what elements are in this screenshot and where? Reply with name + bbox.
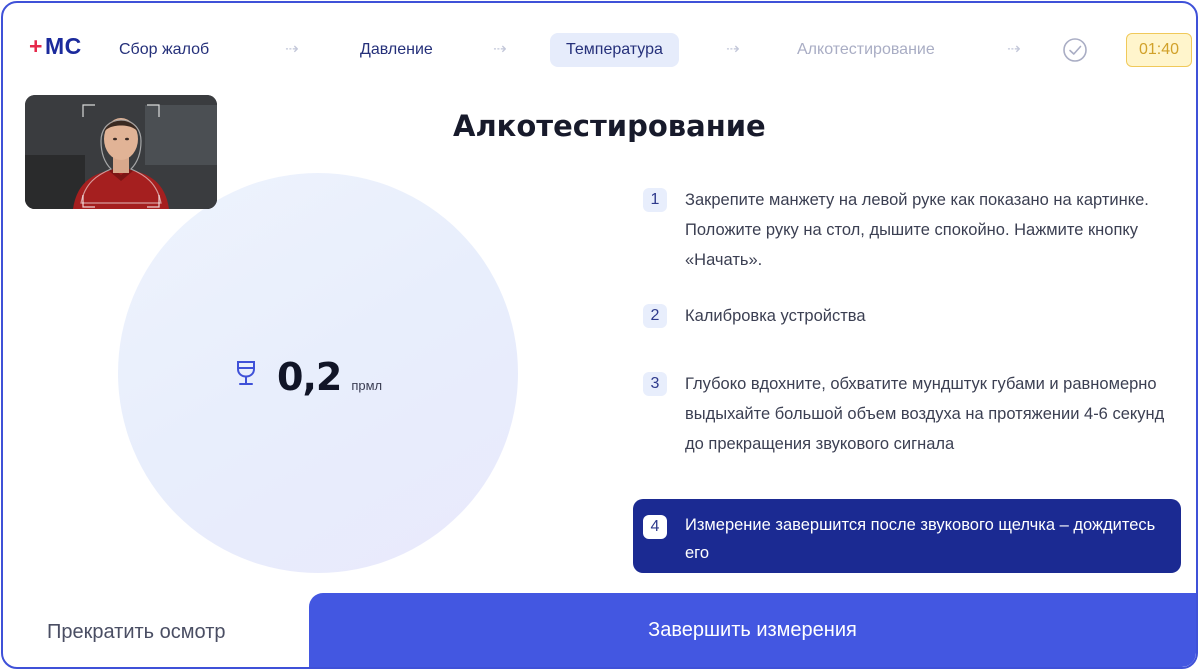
camera-preview [25,95,217,209]
wine-glass-icon [237,361,255,385]
step-temperature[interactable]: Температура [550,33,679,67]
step-number: 2 [643,304,667,328]
step-text: Глубоко вдохните, обхватите мундштук губ… [685,375,1165,453]
step-complaints[interactable]: Сбор жалоб [119,33,209,67]
logo-plus: + [29,33,43,59]
measurement-reading: 0,2 прмл [235,355,382,399]
arrow-icon: ⇢ [726,41,740,58]
instruction-step: 3 Глубоко вдохните, обхватите мундштук г… [643,369,1165,459]
instruction-step: 2 Калибровка устройства [643,301,1165,331]
page-title: Алкотестирование [453,109,766,143]
step-alcotest[interactable]: Алкотестирование [797,33,935,67]
measurement-value: 0,2 [277,355,342,399]
step-number: 3 [643,372,667,396]
arrow-icon: ⇢ [493,41,507,58]
instruction-step-active: 4 Измерение завершится после звукового щ… [633,499,1181,573]
finish-measurement-button[interactable]: Завершить измерения [309,593,1196,667]
measurement-unit: прмл [351,378,383,393]
step-text: Измерение завершится после звукового щел… [685,516,1156,562]
timer-badge: 01:40 [1126,33,1192,67]
app-window: + МС Сбор жалоб ⇢ Давление ⇢ Температура … [1,1,1198,669]
arrow-icon: ⇢ [285,41,299,58]
step-pressure[interactable]: Давление [360,33,433,67]
step-text: Закрепите манжету на левой руке как пока… [685,191,1149,269]
step-text: Калибровка устройства [685,307,866,325]
arrow-icon: ⇢ [1007,41,1021,58]
logo-text: МС [44,33,82,59]
step-number: 4 [643,515,667,539]
instruction-step: 1 Закрепите манжету на левой руке как по… [643,185,1165,275]
check-circle-icon [1063,38,1087,62]
stop-exam-button[interactable]: Прекратить осмотр [47,621,226,644]
logo: + МС [29,33,82,60]
top-navigation: + МС Сбор жалоб ⇢ Давление ⇢ Температура … [3,3,1196,95]
step-number: 1 [643,188,667,212]
camera-feed [25,95,217,209]
